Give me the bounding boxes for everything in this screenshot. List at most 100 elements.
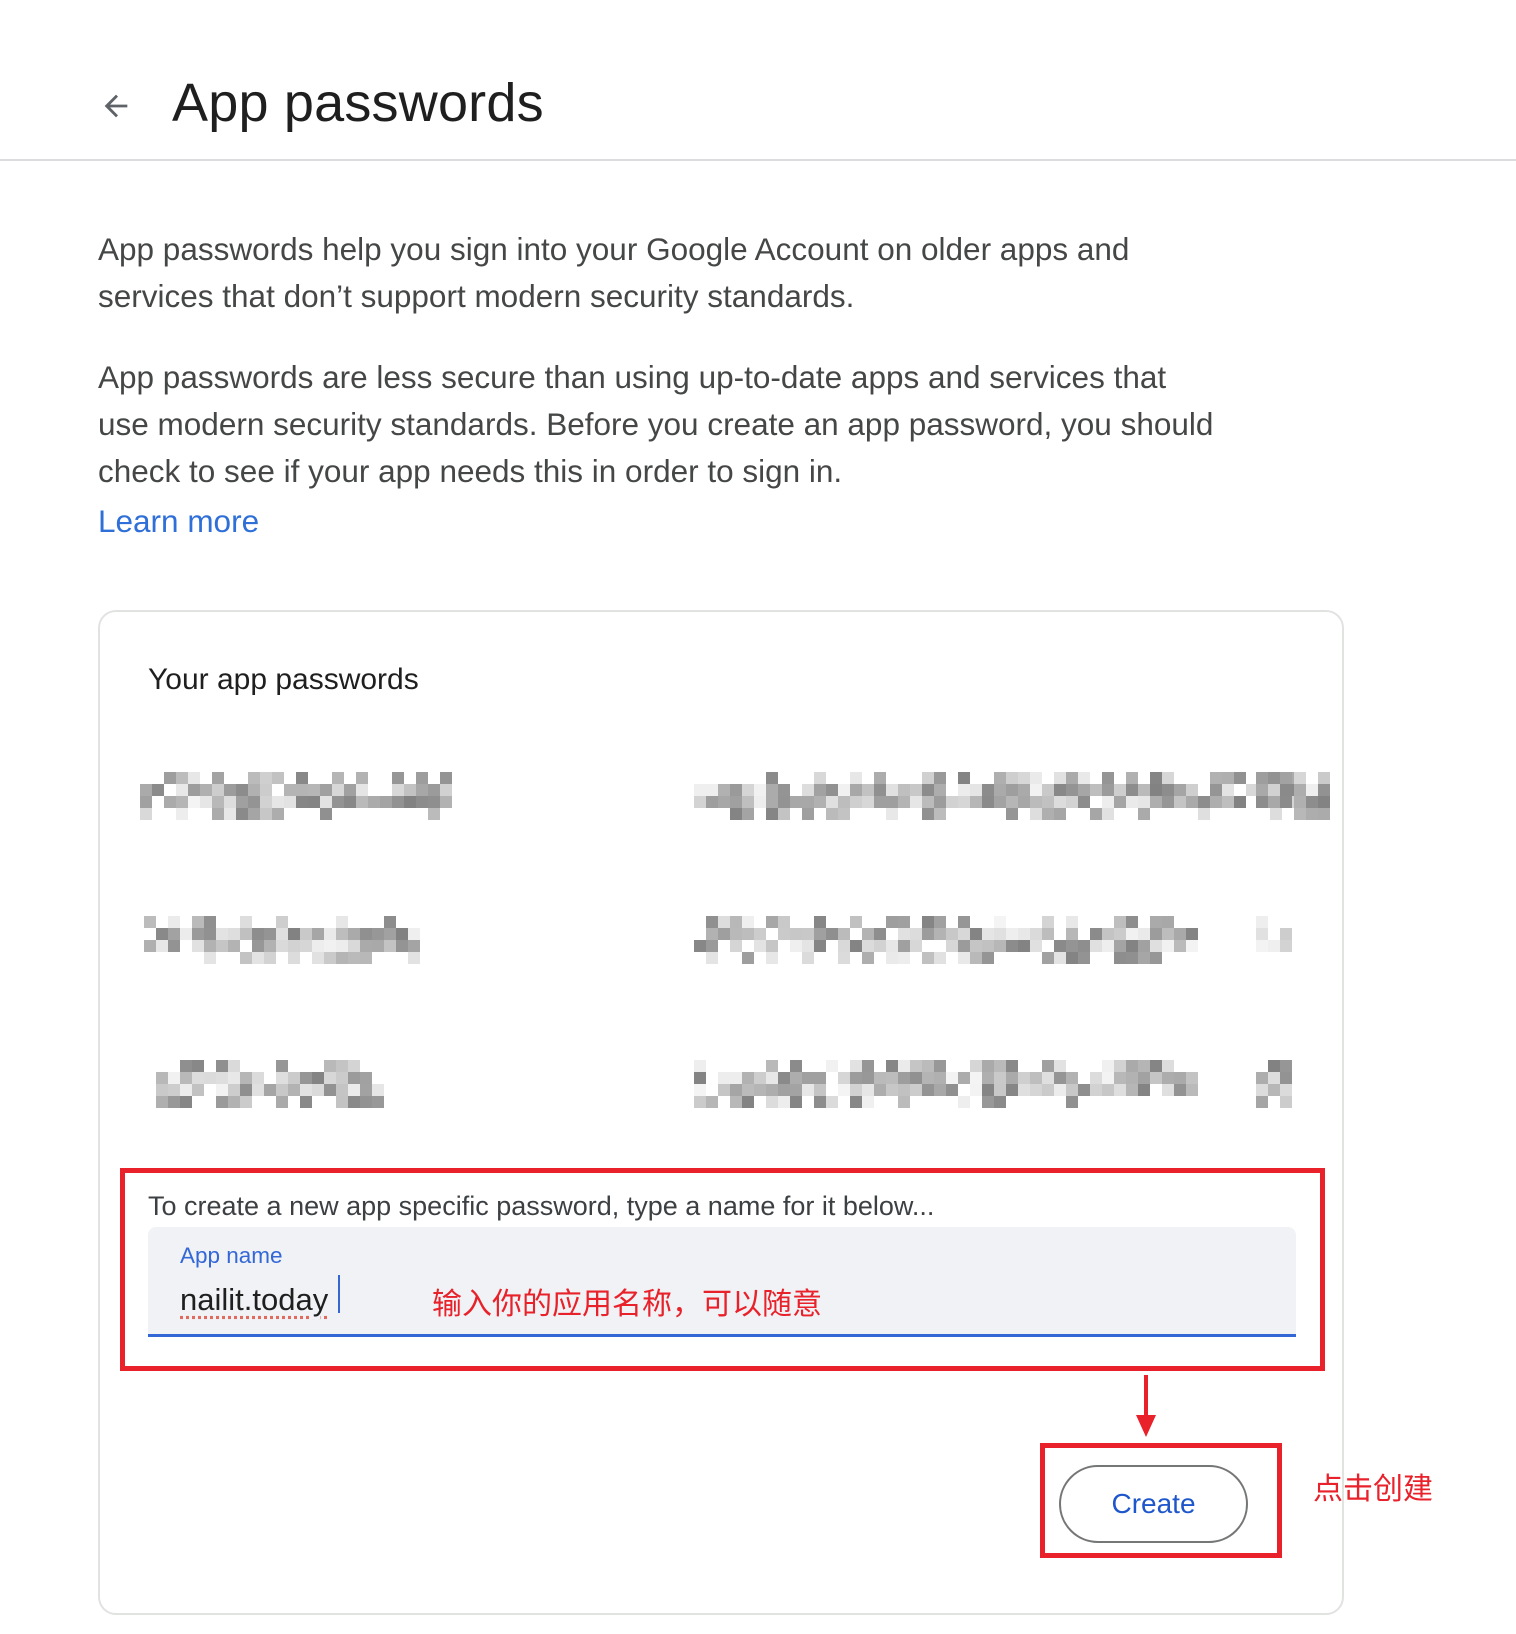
- redaction-pixel: [898, 796, 910, 808]
- redaction-pixel: [392, 796, 404, 808]
- redaction-pixel: [802, 940, 814, 952]
- redaction-pixel: [694, 1072, 706, 1084]
- redaction-pixel: [380, 796, 392, 808]
- create-button[interactable]: Create: [1059, 1465, 1248, 1543]
- redaction-pixel: [1102, 796, 1114, 808]
- redaction-pixel: [1174, 1072, 1186, 1084]
- app-password-row: [140, 904, 1300, 974]
- redaction-pixel: [766, 772, 778, 784]
- redaction-pixel: [332, 784, 344, 796]
- redaction-pixel: [814, 916, 826, 928]
- redaction-pixel: [356, 772, 368, 784]
- redaction-pixel: [1162, 784, 1174, 796]
- redaction-pixel: [742, 784, 754, 796]
- password-redacted: [694, 916, 1200, 964]
- redaction-pixel: [1174, 928, 1186, 940]
- redaction-pixel: [228, 1096, 240, 1108]
- redaction-pixel: [1280, 1084, 1292, 1096]
- redaction-pixel: [934, 1060, 946, 1072]
- redaction-pixel: [874, 928, 886, 940]
- redaction-pixel: [360, 1096, 372, 1108]
- redaction-pixel: [1186, 796, 1198, 808]
- redaction-pixel: [694, 796, 706, 808]
- redaction-pixel: [1018, 1072, 1030, 1084]
- learn-more-link[interactable]: Learn more: [98, 497, 259, 545]
- redaction-pixel: [276, 1072, 288, 1084]
- redaction-pixel: [1042, 928, 1054, 940]
- redaction-pixel: [910, 1060, 922, 1072]
- redaction-pixel: [778, 796, 790, 808]
- redaction-pixel: [1102, 1084, 1114, 1096]
- annotation-highlight-input: [120, 1168, 1325, 1371]
- redaction-pixel: [360, 952, 372, 964]
- redaction-pixel: [440, 796, 452, 808]
- redaction-pixel: [408, 940, 420, 952]
- redaction-pixel: [742, 928, 754, 940]
- redaction-pixel: [778, 784, 790, 796]
- redaction-pixel: [1054, 808, 1066, 820]
- redaction-pixel: [1174, 1084, 1186, 1096]
- delete-icon[interactable]: [1256, 772, 1292, 820]
- redaction-pixel: [1042, 784, 1054, 796]
- redaction-pixel: [336, 928, 348, 940]
- redaction-pixel: [1268, 784, 1280, 796]
- redaction-pixel: [368, 796, 380, 808]
- redaction-pixel: [1268, 796, 1280, 808]
- redaction-pixel: [850, 796, 862, 808]
- delete-icon[interactable]: [1256, 916, 1292, 964]
- redaction-pixel: [814, 1084, 826, 1096]
- redaction-pixel: [1126, 1072, 1138, 1084]
- redaction-pixel: [440, 772, 452, 784]
- redaction-pixel: [790, 1096, 802, 1108]
- redaction-pixel: [1138, 808, 1150, 820]
- redaction-pixel: [730, 916, 742, 928]
- redaction-pixel: [898, 1072, 910, 1084]
- redaction-pixel: [1306, 784, 1318, 796]
- redaction-pixel: [1150, 1072, 1162, 1084]
- redaction-pixel: [1280, 940, 1292, 952]
- redaction-pixel: [180, 1084, 192, 1096]
- redaction-pixel: [1198, 796, 1210, 808]
- redaction-pixel: [922, 1084, 934, 1096]
- redaction-pixel: [1066, 916, 1078, 928]
- redaction-pixel: [694, 1060, 706, 1072]
- redaction-pixel: [1114, 928, 1126, 940]
- back-button[interactable]: [92, 80, 140, 132]
- password-redacted: [694, 1060, 1200, 1108]
- redaction-pixel: [1174, 784, 1186, 796]
- redaction-pixel: [212, 784, 224, 796]
- redaction-pixel: [1138, 940, 1150, 952]
- redaction-pixel: [1294, 772, 1306, 784]
- redaction-pixel: [216, 928, 228, 940]
- redaction-pixel: [862, 796, 874, 808]
- redaction-pixel: [1054, 940, 1066, 952]
- redaction-pixel: [934, 1084, 946, 1096]
- redaction-pixel: [1102, 1072, 1114, 1084]
- redaction-pixel: [168, 916, 180, 928]
- redaction-pixel: [874, 772, 886, 784]
- redaction-pixel: [384, 916, 396, 928]
- redaction-pixel: [236, 808, 248, 820]
- delete-icon[interactable]: [1256, 1060, 1292, 1108]
- redaction-pixel: [982, 1096, 994, 1108]
- redaction-pixel: [862, 1072, 874, 1084]
- redaction-pixel: [228, 940, 240, 952]
- redaction-pixel: [236, 784, 248, 796]
- redaction-pixel: [694, 940, 706, 952]
- redaction-pixel: [982, 796, 994, 808]
- redaction-pixel: [312, 928, 324, 940]
- redaction-pixel: [886, 916, 898, 928]
- redaction-pixel: [982, 928, 994, 940]
- redaction-pixel: [1042, 952, 1054, 964]
- redaction-pixel: [348, 1060, 360, 1072]
- redaction-pixel: [360, 928, 372, 940]
- redaction-pixel: [192, 1072, 204, 1084]
- redaction-pixel: [934, 952, 946, 964]
- redaction-pixel: [288, 1084, 300, 1096]
- redaction-pixel: [1090, 1072, 1102, 1084]
- redaction-pixel: [862, 1096, 874, 1108]
- redaction-pixel: [1114, 916, 1126, 928]
- redaction-pixel: [694, 784, 706, 796]
- redaction-pixel: [802, 1072, 814, 1084]
- redaction-pixel: [252, 952, 264, 964]
